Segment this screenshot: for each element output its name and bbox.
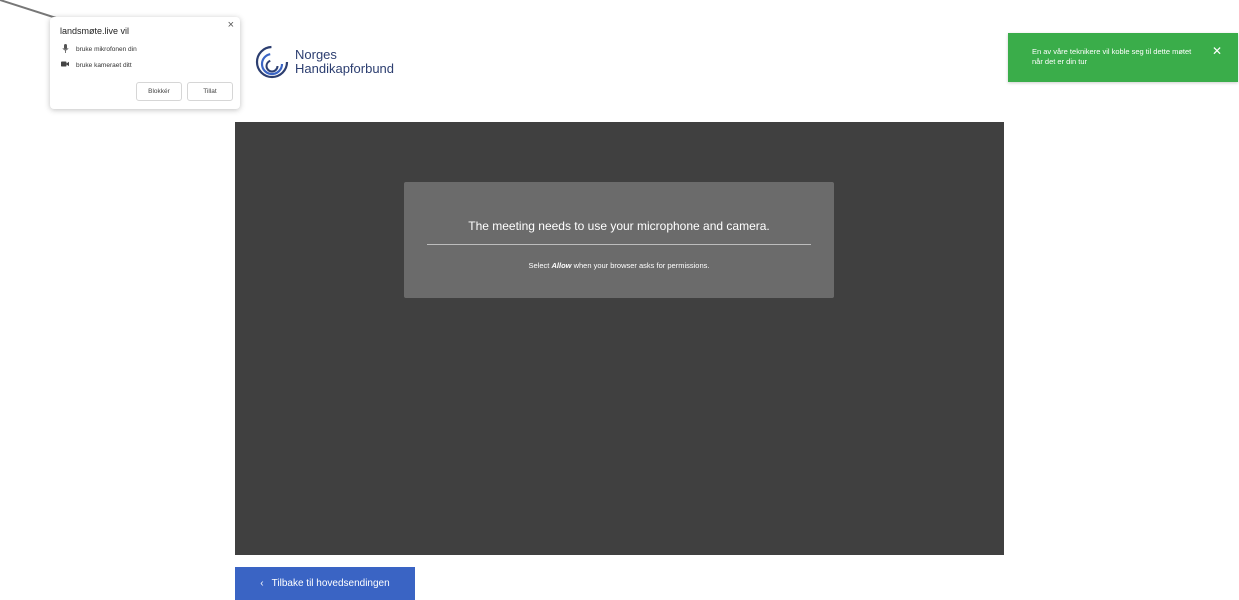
notice-divider [427,244,811,245]
notice-sub-prefix: Select [528,261,552,270]
logo-mark-icon [255,45,289,79]
logo-line-1: Norges [295,47,337,62]
camera-icon [60,61,70,69]
allow-button[interactable]: Tillat [187,82,233,101]
permission-popup-title: landsmøte.live vil [60,26,130,36]
logo-text: Norges Handikapforbund [295,48,394,76]
notice-title: The meeting needs to use your microphone… [468,219,770,233]
toast-notification: En av våre teknikere vil koble seg til d… [1008,33,1238,82]
permission-camera: bruke kameraet ditt [60,61,132,69]
permission-microphone: bruke mikrofonen din [60,44,137,55]
chevron-left-icon: ‹ [260,578,264,589]
notice-sub-suffix: when your browser asks for permissions. [571,261,710,270]
close-icon[interactable]: × [228,19,234,31]
notice-sub-bold: Allow [551,261,572,270]
microphone-icon [60,44,70,55]
permission-microphone-label: bruke mikrofonen din [76,46,137,53]
back-to-main-button[interactable]: ‹ Tilbake til hovedsendingen [235,567,415,600]
toast-message: En av våre teknikere vil koble seg til d… [1032,47,1192,66]
permission-popup: landsmøte.live vil × bruke mikrofonen di… [50,17,240,109]
permission-notice: The meeting needs to use your microphone… [404,182,834,298]
norges-handikapforbund-logo: Norges Handikapforbund [255,42,394,82]
back-button-label: Tilbake til hovedsendingen [271,578,390,589]
close-icon[interactable]: ✕ [1212,44,1222,58]
logo-line-2: Handikapforbund [295,61,395,76]
meeting-video-area: The meeting needs to use your microphone… [235,122,1004,555]
permission-camera-label: bruke kameraet ditt [76,61,132,69]
block-button[interactable]: Blokkér [136,82,182,101]
notice-subtitle: Select Allow when your browser asks for … [404,261,834,270]
